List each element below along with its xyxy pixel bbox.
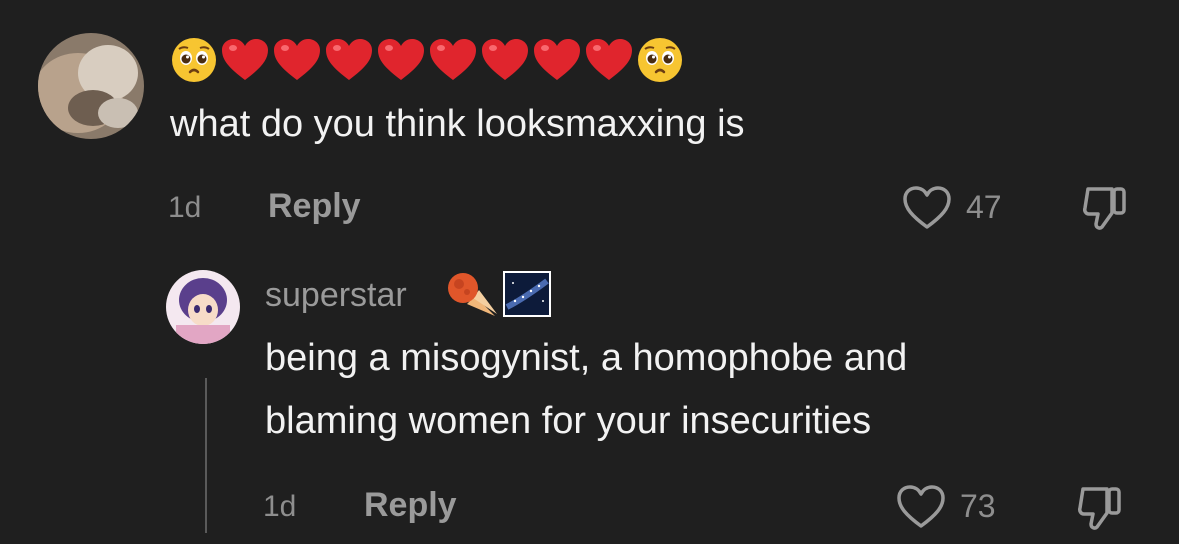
red-heart-emoji-icon bbox=[324, 37, 374, 83]
meteor-emoji-icon bbox=[445, 270, 499, 323]
comment-timestamp: 1d bbox=[168, 191, 202, 224]
pleading-face-emoji-icon bbox=[170, 36, 218, 84]
reply-avatar[interactable] bbox=[166, 270, 240, 344]
red-heart-emoji-icon bbox=[428, 37, 478, 83]
red-heart-emoji-icon bbox=[532, 37, 582, 83]
reply-button[interactable]: Reply bbox=[268, 187, 361, 226]
comment-text: what do you think looksmaxxing is bbox=[170, 103, 745, 145]
username-emojis bbox=[445, 270, 551, 323]
milky-way-emoji-icon bbox=[503, 271, 551, 322]
red-heart-emoji-icon bbox=[220, 37, 270, 83]
red-heart-emoji-icon bbox=[584, 37, 634, 83]
reply-text-line-1: being a misogynist, a homophobe and bbox=[265, 337, 908, 379]
like-heart-icon[interactable] bbox=[896, 484, 946, 535]
pleading-face-emoji-icon bbox=[636, 36, 684, 84]
red-heart-emoji-icon bbox=[480, 37, 530, 83]
emoji-row bbox=[170, 36, 684, 84]
commenter-avatar[interactable] bbox=[38, 33, 144, 139]
reply-timestamp: 1d bbox=[263, 490, 297, 523]
like-heart-icon[interactable] bbox=[902, 185, 952, 236]
dislike-thumbs-down-icon[interactable] bbox=[1080, 183, 1130, 238]
thread-line bbox=[205, 378, 207, 533]
reply-username[interactable]: superstar bbox=[265, 276, 407, 315]
reply-to-reply-button[interactable]: Reply bbox=[364, 486, 457, 525]
red-heart-emoji-icon bbox=[376, 37, 426, 83]
like-count: 47 bbox=[966, 189, 1002, 225]
dislike-thumbs-down-icon[interactable] bbox=[1075, 483, 1125, 538]
red-heart-emoji-icon bbox=[272, 37, 322, 83]
reply-text-line-2: blaming women for your insecurities bbox=[265, 400, 872, 442]
like-count: 73 bbox=[960, 488, 996, 524]
